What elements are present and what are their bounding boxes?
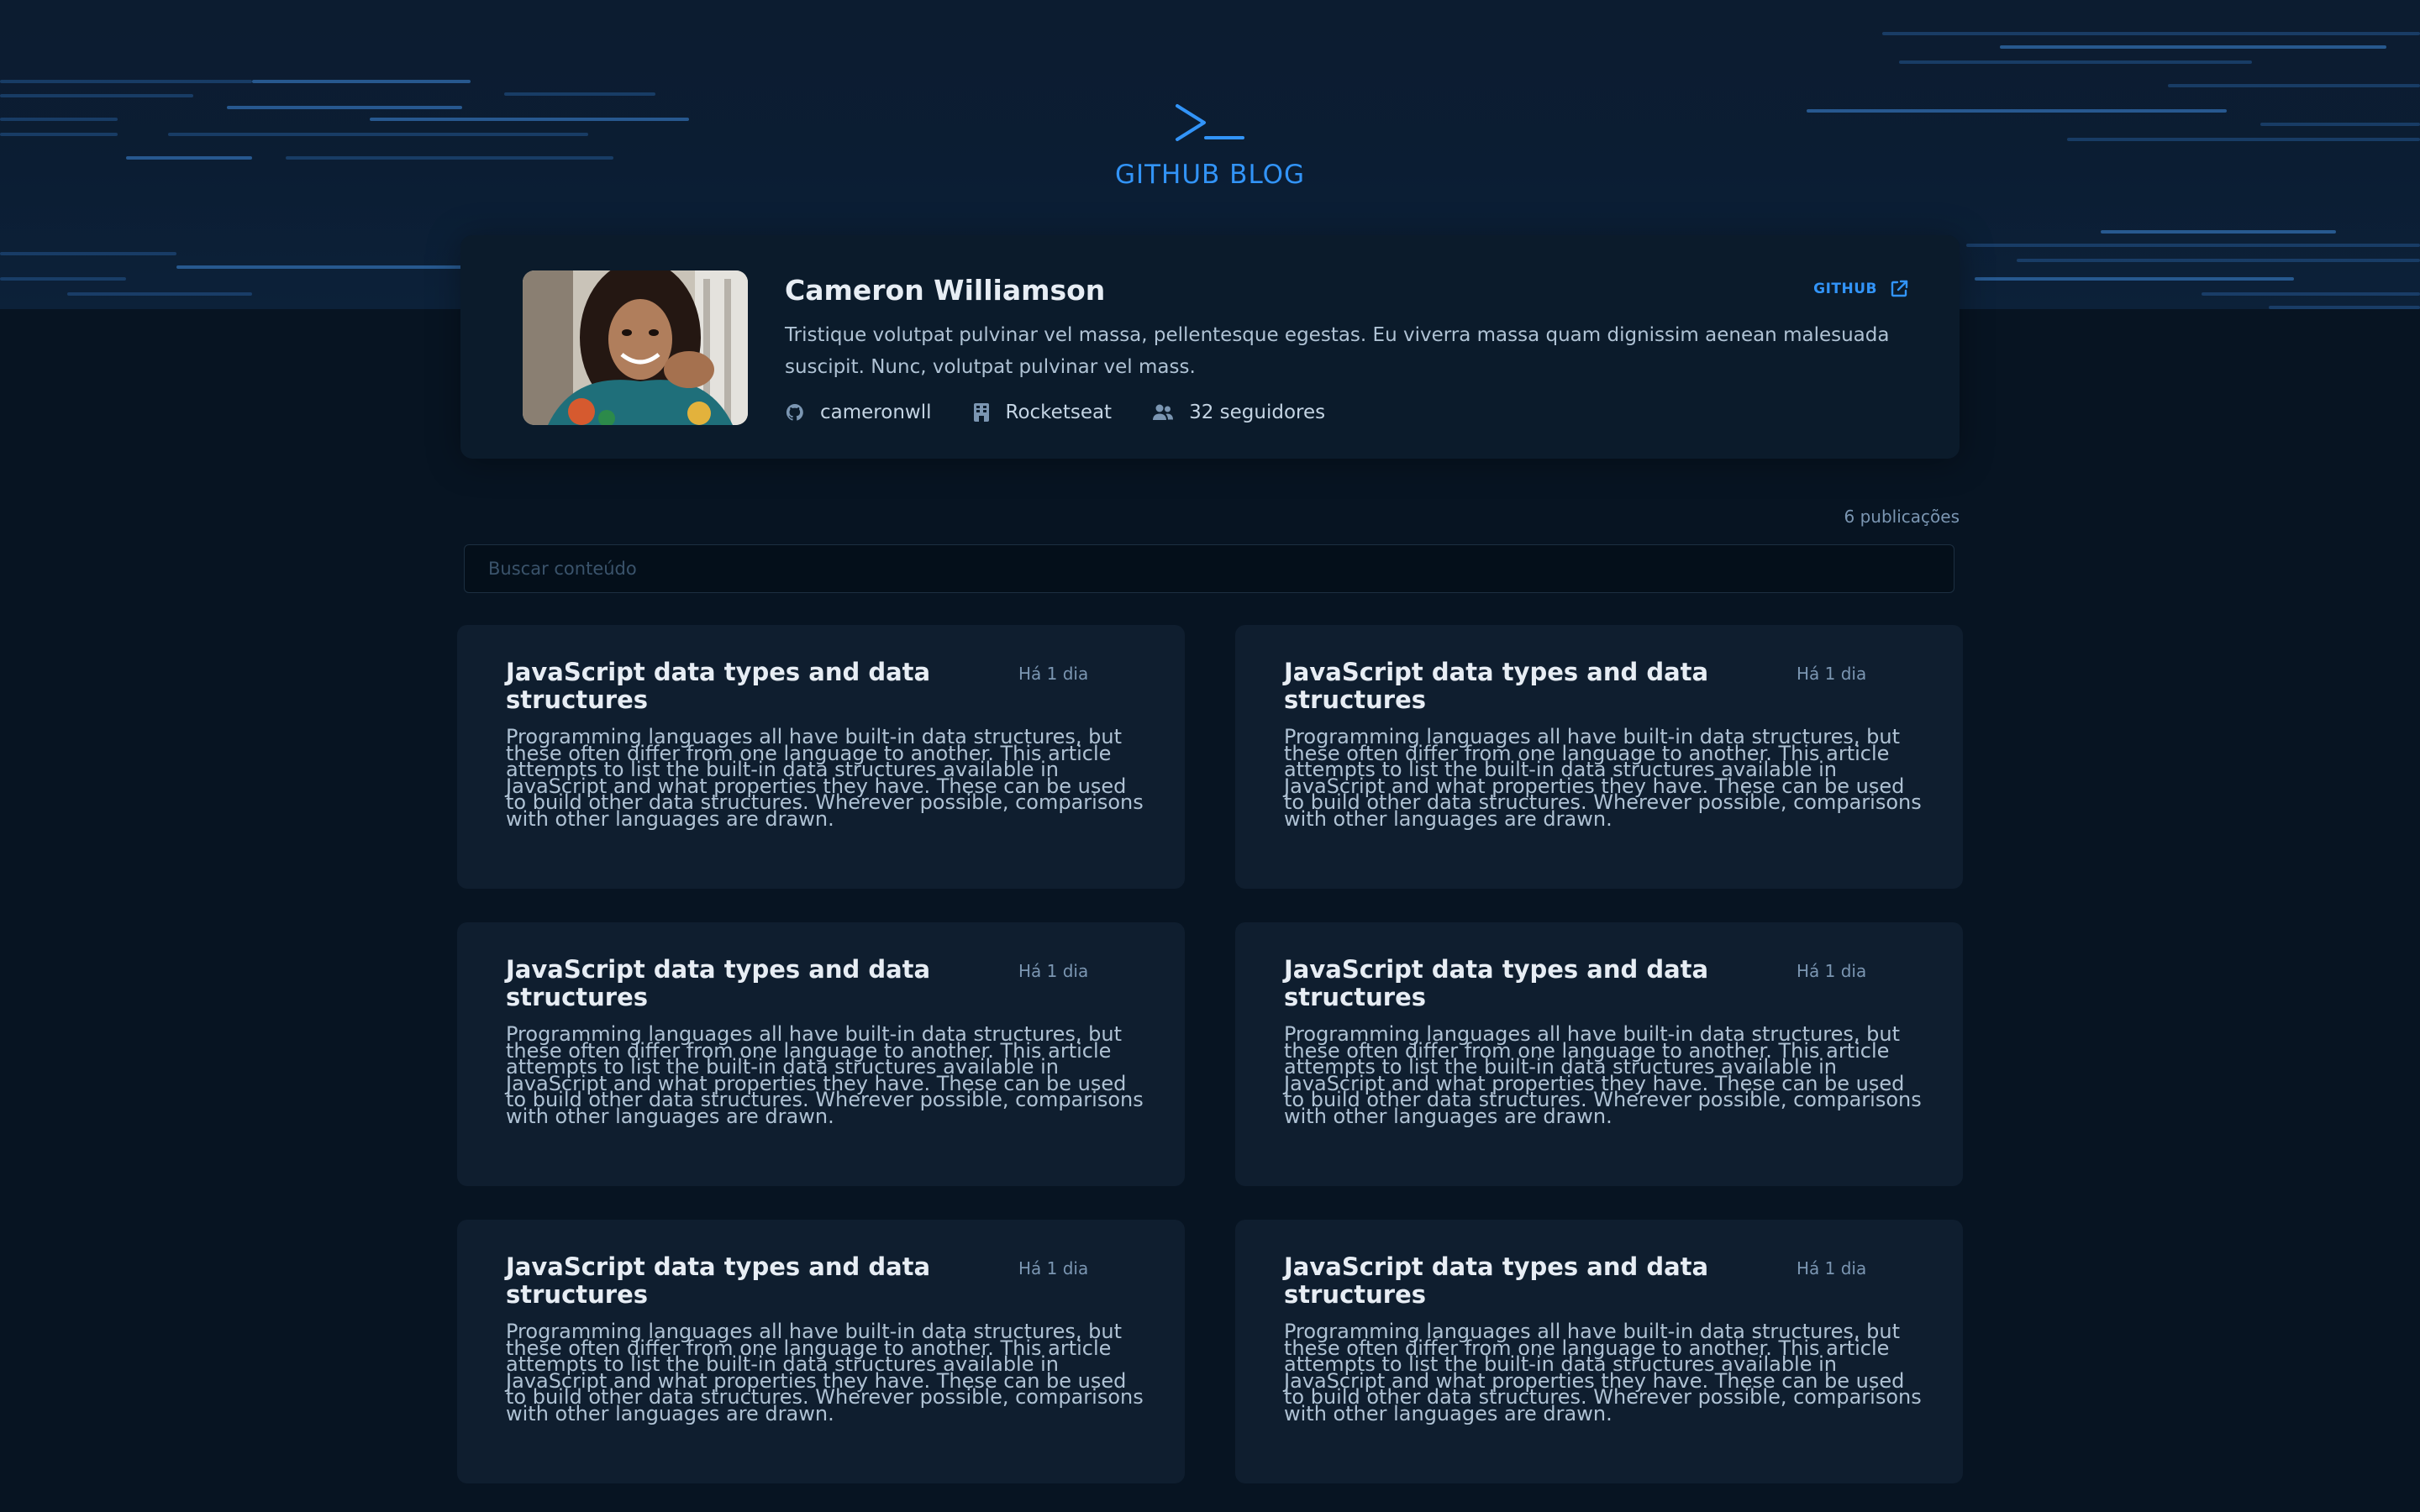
post-date: Há 1 dia [1797,664,1867,684]
banner-streak [1882,32,2420,35]
banner-streak [0,252,176,255]
banner-streak [0,94,193,97]
post-date: Há 1 dia [1797,961,1867,981]
external-link-icon [1891,280,1908,297]
post-card[interactable]: JavaScript data types and data structure… [457,922,1185,1186]
github-link-label: GITHUB [1813,281,1877,297]
post-title: JavaScript data types and data structure… [1284,658,1709,714]
post-title: JavaScript data types and data structure… [506,955,931,1011]
post-date: Há 1 dia [1797,1258,1867,1278]
post-date: Há 1 dia [1018,1258,1089,1278]
banner-streak [168,133,588,136]
profile-meta: cameronwll Rocketseat 32 seguidores [785,402,1325,423]
post-date: Há 1 dia [1018,961,1089,981]
post-excerpt: Programming languages all have built-in … [1284,1320,1922,1425]
meta-username-label: cameronwll [820,402,932,423]
post-title: JavaScript data types and data structure… [1284,955,1709,1011]
banner-streak [370,118,689,121]
meta-followers: 32 seguidores [1152,402,1325,423]
post-title: JavaScript data types and data structure… [506,658,931,714]
publications-header: 6 publicações [460,507,1960,527]
banner-streak [2202,292,2420,296]
banner-streak [1975,277,2294,281]
search-input[interactable] [464,544,1954,593]
avatar-photo [523,270,748,425]
profile-name: Cameron Williamson [785,274,1106,307]
banner-streak [252,80,471,83]
banner-streak [1899,60,2252,64]
banner-streak [2168,84,2420,87]
banner-streak [0,80,252,83]
terminal-prompt-icon [1176,104,1244,141]
publications-count: 6 publicações [1844,507,1960,527]
post-excerpt: Programming languages all have built-in … [506,1022,1144,1128]
meta-username: cameronwll [785,402,932,423]
banner-streak [1966,244,2420,247]
github-profile-link[interactable]: GITHUB [1813,279,1909,299]
banner-streak [0,133,118,136]
building-icon [973,403,989,422]
avatar [523,270,748,425]
brand-title: GITHUB BLOG [1114,160,1306,190]
post-excerpt: Programming languages all have built-in … [1284,725,1922,831]
post-title: JavaScript data types and data structure… [506,1252,931,1309]
banner-streak [1807,109,2227,113]
banner-streak [227,106,462,109]
banner-streak [176,265,471,269]
banner-streak [2101,230,2336,234]
meta-company: Rocketseat [972,402,1113,423]
post-card[interactable]: JavaScript data types and data structure… [457,625,1185,889]
post-card[interactable]: JavaScript data types and data structure… [457,1220,1185,1483]
meta-followers-label: 32 seguidores [1189,402,1326,423]
meta-company-label: Rocketseat [1005,402,1113,423]
banner-streak [2067,138,2420,141]
banner-streak [504,92,655,96]
post-title: JavaScript data types and data structure… [1284,1252,1709,1309]
post-list: JavaScript data types and data structure… [457,625,1963,1483]
post-date: Há 1 dia [1018,664,1089,684]
post-excerpt: Programming languages all have built-in … [1284,1022,1922,1128]
post-excerpt: Programming languages all have built-in … [506,725,1144,831]
profile-bio: Tristique volutpat pulvinar vel massa, p… [785,324,1890,378]
users-icon [1153,404,1174,420]
brand-logo[interactable]: GITHUB BLOG [1092,101,1328,190]
banner-streak [0,277,126,281]
banner-streak [2260,123,2420,126]
banner-streak [2269,306,2420,309]
github-icon [786,403,803,421]
post-card[interactable]: JavaScript data types and data structure… [1235,1220,1963,1483]
profile-card: Cameron Williamson GITHUB Tristique volu… [460,235,1960,459]
banner-streak [0,118,118,121]
banner-streak [2017,259,2420,262]
post-card[interactable]: JavaScript data types and data structure… [1235,625,1963,889]
banner-streak [286,156,613,160]
banner-streak [126,156,252,160]
post-excerpt: Programming languages all have built-in … [506,1320,1144,1425]
banner-streak [2000,45,2386,49]
post-card[interactable]: JavaScript data types and data structure… [1235,922,1963,1186]
banner-streak [67,292,252,296]
